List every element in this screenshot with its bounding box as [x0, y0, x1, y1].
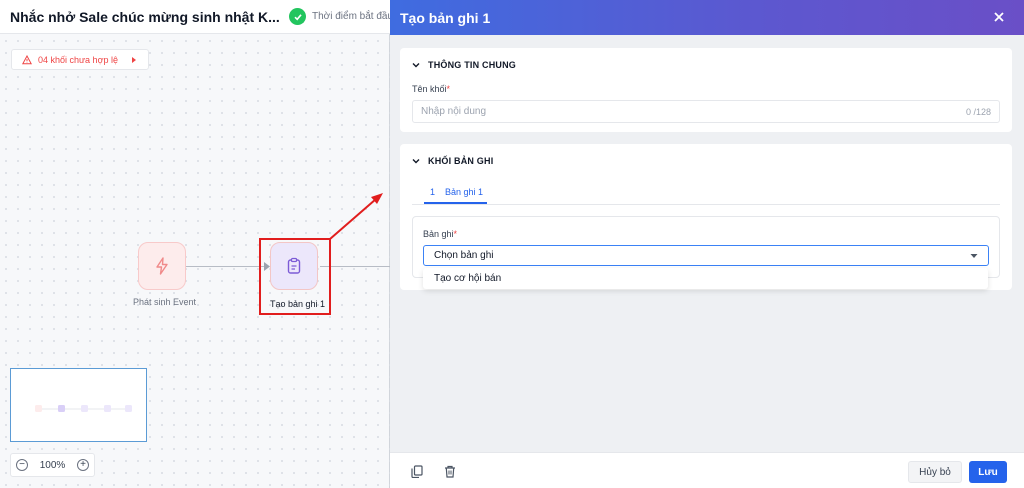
drawer-footer: Hủy bỏ Lưu [390, 452, 1024, 488]
status-text: Thời điểm bắt đầu [312, 11, 394, 22]
check-circle-icon [289, 8, 306, 25]
minimap-preview [35, 405, 132, 412]
record-block-title: KHỐI BẢN GHI [428, 156, 494, 166]
char-counter: 0 /128 [965, 106, 991, 117]
flow-editor: Nhắc nhở Sale chúc mừng sinh nhật K... T… [0, 0, 393, 488]
close-icon[interactable] [992, 10, 1006, 24]
zoom-out-icon[interactable]: − [16, 459, 28, 471]
record-block-toggle[interactable]: KHỐI BẢN GHI [412, 156, 493, 166]
flow-canvas[interactable]: 04 khối chưa hợp lệ Phát sinh Event Tạo … [0, 35, 390, 488]
record-label: Bản ghi* [423, 229, 458, 239]
flow-title: Nhắc nhở Sale chúc mừng sinh nhật K... [10, 8, 280, 25]
chevron-down-icon [412, 159, 420, 164]
tab-number: 1 [430, 187, 436, 197]
minimap[interactable] [10, 368, 147, 442]
record-select-value: Chọn bản ghi [434, 250, 494, 261]
dropdown-option[interactable]: Tạo cơ hội bán [434, 273, 501, 284]
copy-icon[interactable] [408, 462, 426, 480]
flow-status: Thời điểm bắt đầu [289, 8, 393, 25]
drawer-header: Tạo bản ghi 1 [390, 0, 1024, 35]
save-button[interactable]: Lưu [969, 461, 1007, 483]
create-record-drawer: Tạo bản ghi 1 THÔNG TIN CHUNG Tên khối* … [390, 0, 1024, 488]
tab-label: Bản ghi 1 [445, 187, 484, 197]
trash-icon[interactable] [441, 462, 459, 480]
general-info-section: THÔNG TIN CHUNG Tên khối* Nhập nội dung … [400, 48, 1012, 132]
tab-divider [412, 204, 1000, 205]
warning-icon [22, 54, 32, 64]
record-select-dropdown: Tạo cơ hội bán [423, 268, 988, 289]
zoom-controls: − 100% + [10, 453, 95, 477]
lightning-icon [156, 257, 168, 275]
invalid-blocks-warning[interactable]: 04 khối chưa hợp lệ [11, 49, 149, 70]
warning-text: 04 khối chưa hợp lệ [38, 54, 118, 65]
block-name-placeholder: Nhập nội dung [421, 106, 487, 117]
block-name-label: Tên khối* [412, 84, 451, 94]
node-event[interactable] [138, 242, 186, 290]
flow-topbar: Nhắc nhở Sale chúc mừng sinh nhật K... T… [0, 0, 393, 34]
caret-right-icon [131, 56, 136, 63]
zoom-in-icon[interactable]: + [76, 459, 89, 471]
caret-down-icon [970, 253, 978, 258]
chevron-down-icon [412, 63, 420, 68]
selection-highlight [259, 238, 331, 315]
tab-record-1[interactable]: 1 Bản ghi 1 [424, 182, 488, 204]
connector-line [186, 266, 268, 267]
cancel-button[interactable]: Hủy bỏ [908, 461, 962, 483]
zoom-level: 100% [39, 459, 66, 471]
drawer-title: Tạo bản ghi 1 [400, 9, 491, 26]
record-select[interactable]: Chọn bản ghi [423, 245, 989, 266]
block-name-input[interactable]: Nhập nội dung 0 /128 [412, 100, 1000, 123]
general-info-title: THÔNG TIN CHUNG [428, 60, 516, 70]
general-info-toggle[interactable]: THÔNG TIN CHUNG [412, 60, 516, 70]
node-label-event: Phát sinh Event [133, 297, 197, 307]
